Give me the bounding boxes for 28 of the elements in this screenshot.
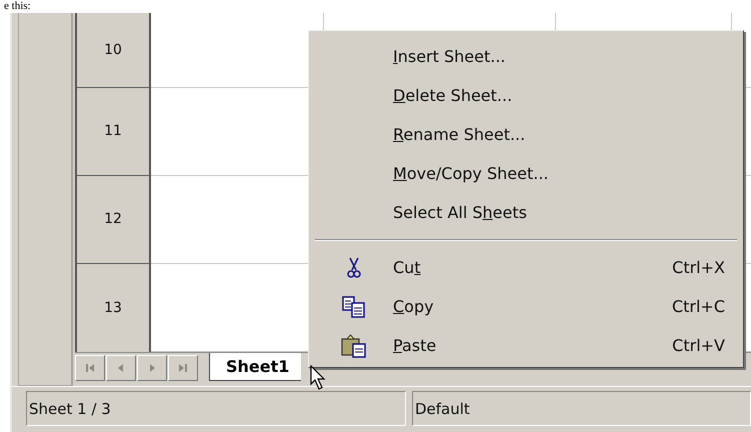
row-header[interactable]: 10: [75, 13, 151, 88]
shortcut-text: Ctrl+V: [672, 336, 725, 355]
menu-item[interactable]: Insert Sheet...: [393, 47, 506, 66]
menu-item[interactable]: Cut: [393, 258, 421, 277]
previous-sheet-button[interactable]: [106, 355, 136, 381]
scissors-icon: [347, 256, 361, 278]
copy-icon: [342, 296, 366, 318]
shortcut-text: Ctrl+X: [672, 258, 725, 277]
last-sheet-button[interactable]: [168, 355, 198, 381]
row-header[interactable]: 13: [75, 264, 151, 352]
row-header[interactable]: 12: [75, 176, 151, 264]
skip-to-end-icon: [177, 362, 189, 374]
skip-to-start-icon: [84, 362, 96, 374]
menu-item[interactable]: Rename Sheet...: [393, 125, 526, 144]
menu-item[interactable]: Copy: [393, 297, 434, 316]
shortcut-text: Ctrl+C: [672, 297, 725, 316]
menu-item[interactable]: Select All Sheets: [393, 203, 527, 222]
page-text: e this:: [3, 0, 32, 13]
menu-item[interactable]: Move/Copy Sheet...: [393, 164, 548, 183]
page-style-field: Default: [412, 391, 751, 426]
next-sheet-button[interactable]: [137, 355, 167, 381]
sheet-count-field: Sheet 1 / 3: [26, 391, 406, 426]
first-sheet-button[interactable]: [75, 355, 105, 381]
menu-item[interactable]: Delete Sheet...: [393, 86, 512, 105]
sheet-tab[interactable]: Sheet1: [209, 353, 302, 381]
paste-icon: [341, 334, 367, 358]
row-header[interactable]: 11: [75, 88, 151, 176]
menu-item[interactable]: Paste: [393, 336, 436, 355]
